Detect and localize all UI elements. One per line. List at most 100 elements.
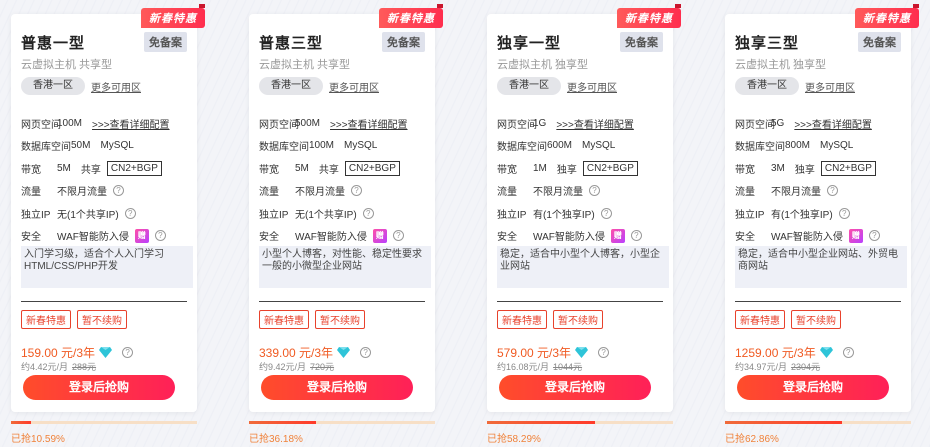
spec-value: 3M [771, 162, 785, 174]
spec-value: 5M [57, 162, 71, 174]
detail-config-link[interactable]: >>>查看详细配置 [556, 116, 634, 131]
spec-list: 网页空间 1G >>>查看详细配置 数据库空间 600M MySQL 带宽 1M… [497, 112, 665, 247]
help-icon[interactable]: ? [842, 347, 854, 358]
region-selector: 香港一区 更多可用区 [735, 77, 855, 95]
monthly-price-value: 约4.42元/月 [21, 362, 69, 372]
more-regions-link[interactable]: 更多可用区 [567, 79, 617, 94]
spec-list: 网页空间 5G >>>查看详细配置 数据库空间 800M MySQL 带宽 3M… [735, 112, 903, 247]
product-card: 新春特惠 普惠一型 免备案 云虚拟主机 共享型 香港一区 更多可用区 网页空间 … [11, 4, 205, 412]
plan-title: 独享三型 [735, 35, 800, 52]
detail-config-link[interactable]: >>>查看详细配置 [794, 116, 872, 131]
help-icon[interactable]: ? [360, 347, 372, 358]
spec-extra: 共享 [80, 164, 101, 176]
spec-value: 1G [533, 117, 547, 129]
line-type-badge: CN2+BGP [582, 160, 638, 176]
detail-config-link[interactable]: >>>查看详细配置 [92, 116, 170, 131]
login-to-buy-button[interactable]: 登录后抢购 [737, 375, 889, 400]
login-to-buy-button[interactable]: 登录后抢购 [23, 375, 175, 400]
spec-label: 网页空间 [21, 119, 61, 131]
renewal-tag: 暂不续购 [553, 310, 603, 329]
spec-label: 带宽 [497, 164, 517, 176]
diamond-icon [575, 347, 589, 358]
help-icon[interactable]: ? [351, 185, 362, 197]
spec-value: 不限月流量 [57, 187, 107, 199]
sales-progress-bar [487, 421, 673, 424]
spec-value: 有(1个独享IP) [771, 209, 833, 221]
region-selector: 香港一区 更多可用区 [497, 77, 617, 95]
login-to-buy-button[interactable]: 登录后抢购 [261, 375, 413, 400]
divider [497, 301, 663, 302]
region-button[interactable]: 香港一区 [259, 77, 323, 95]
original-price: 2304元 [791, 362, 821, 372]
spec-label: 网页空间 [497, 119, 537, 131]
spec-label: 安全 [21, 232, 41, 244]
help-icon[interactable]: ? [827, 185, 838, 197]
divider [21, 301, 187, 302]
spec-row-database: 数据库空间 800M MySQL [735, 135, 903, 158]
spec-label: 独立IP [21, 209, 51, 221]
spec-extra: 独享 [556, 164, 577, 176]
more-regions-link[interactable]: 更多可用区 [805, 79, 855, 94]
plan-title: 普惠一型 [21, 35, 86, 52]
spec-row-security: 安全 WAF智能防入侵 赠 ? [735, 225, 903, 248]
product-card-list: 新春特惠 普惠一型 免备案 云虚拟主机 共享型 香港一区 更多可用区 网页空间 … [0, 0, 930, 447]
spec-row-security: 安全 WAF智能防入侵 赠 ? [259, 225, 427, 248]
spec-label: 安全 [497, 232, 517, 244]
monthly-price-value: 约34.97元/月 [735, 362, 788, 372]
spec-list: 网页空间 100M >>>查看详细配置 数据库空间 50M MySQL 带宽 5… [21, 112, 189, 247]
help-icon[interactable]: ? [598, 347, 610, 358]
help-icon[interactable]: ? [600, 207, 612, 219]
region-button[interactable]: 香港一区 [735, 77, 799, 95]
spec-value: 600M [547, 140, 573, 152]
spec-row-web-space: 网页空间 5G >>>查看详细配置 [735, 112, 903, 135]
monthly-price-value: 约9.42元/月 [259, 362, 307, 372]
spec-row-database: 数据库空间 600M MySQL [497, 135, 665, 158]
spec-row-traffic: 流量 不限月流量 ? [21, 180, 189, 203]
help-icon[interactable]: ? [392, 230, 404, 242]
help-icon[interactable]: ? [838, 207, 850, 219]
plan-description: 入门学习级，适合个人入门学习HTML/CSS/PHP开发 [21, 246, 193, 288]
spec-extra: MySQL [582, 140, 616, 152]
detail-config-link[interactable]: >>>查看详细配置 [330, 116, 408, 131]
price-row: 339.00 元/3年 ? [259, 344, 372, 361]
plan-description: 稳定，适合中小型企业网站、外贸电商网站 [735, 246, 907, 288]
help-icon[interactable]: ? [124, 207, 136, 219]
spec-value: 5M [295, 162, 309, 174]
help-icon[interactable]: ? [154, 230, 166, 242]
plan-title: 独享一型 [497, 35, 562, 52]
region-selector: 香港一区 更多可用区 [259, 77, 379, 95]
gift-icon: 赠 [134, 228, 149, 243]
line-type-badge: CN2+BGP [344, 160, 400, 176]
tag-list: 新春特惠 暂不续购 [497, 310, 603, 329]
product-card: 新春特惠 普惠三型 免备案 云虚拟主机 共享型 香港一区 更多可用区 网页空间 … [249, 4, 443, 412]
region-button[interactable]: 香港一区 [21, 77, 85, 95]
spec-extra: MySQL [100, 140, 134, 152]
help-icon[interactable]: ? [589, 185, 600, 197]
spec-extra: MySQL [820, 140, 854, 152]
tag-list: 新春特惠 暂不续购 [21, 310, 127, 329]
diamond-icon [99, 347, 113, 358]
more-regions-link[interactable]: 更多可用区 [91, 79, 141, 94]
original-price: 1044元 [553, 362, 583, 372]
more-regions-link[interactable]: 更多可用区 [329, 79, 379, 94]
promo-badge: 新春特惠 [617, 4, 681, 28]
help-icon[interactable]: ? [630, 230, 642, 242]
spec-value: 100M [309, 140, 335, 152]
spec-row-bandwidth: 带宽 1M 独享 CN2+BGP [497, 157, 665, 180]
help-icon[interactable]: ? [113, 185, 124, 197]
spec-label: 独立IP [497, 209, 527, 221]
region-button[interactable]: 香港一区 [497, 77, 561, 95]
spec-row-bandwidth: 带宽 5M 共享 CN2+BGP [259, 157, 427, 180]
login-to-buy-button[interactable]: 登录后抢购 [499, 375, 651, 400]
price: 339.00 元/3年 [259, 346, 334, 360]
sales-progress-text: 已抢10.59% [11, 434, 65, 445]
help-icon[interactable]: ? [868, 230, 880, 242]
monthly-price: 约9.42元/月 720元 [259, 360, 334, 373]
help-icon[interactable]: ? [362, 207, 374, 219]
promo-badge: 新春特惠 [855, 4, 919, 28]
divider [735, 301, 901, 302]
diamond-icon [337, 347, 351, 358]
help-icon[interactable]: ? [122, 347, 134, 358]
plan-subtitle: 云虚拟主机 共享型 [21, 59, 113, 71]
no-filing-tag: 免备案 [620, 32, 663, 52]
